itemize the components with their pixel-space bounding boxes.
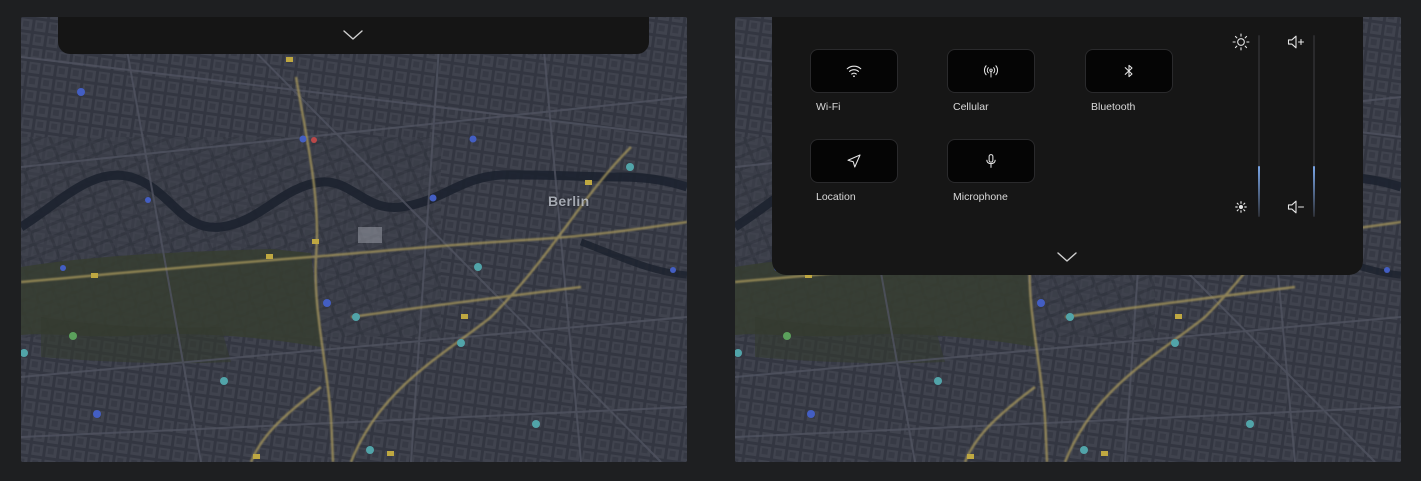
location-arrow-icon [847, 154, 861, 168]
satellite-map[interactable] [21, 17, 687, 462]
volume-slider[interactable] [1313, 35, 1315, 217]
bluetooth-label: Bluetooth [1091, 101, 1136, 113]
microphone-icon [986, 154, 996, 168]
cellular-label: Cellular [953, 101, 989, 113]
wifi-toggle[interactable] [810, 49, 898, 93]
microphone-label: Microphone [953, 191, 1008, 203]
volume-down-icon [1287, 200, 1305, 214]
volume-down-button[interactable] [1286, 197, 1306, 217]
wifi-label: Wi-Fi [816, 101, 841, 113]
chevron-down-icon [343, 30, 363, 40]
expand-panel-button[interactable] [341, 27, 365, 43]
brightness-slider[interactable] [1258, 35, 1260, 217]
brightness-slider-fill [1258, 166, 1260, 217]
map-view-expanded: Wi-Fi Cellular Bluetooth Location Microp… [735, 17, 1401, 462]
bluetooth-icon [1124, 64, 1133, 78]
volume-slider-fill [1313, 166, 1315, 217]
location-label: Location [816, 191, 856, 203]
chevron-down-icon [1057, 252, 1077, 262]
microphone-toggle[interactable] [947, 139, 1035, 183]
brightness-low-icon [1235, 201, 1247, 213]
volume-up-button[interactable] [1286, 32, 1306, 52]
map-view-collapsed: Berlin [21, 17, 687, 462]
control-panel: Wi-Fi Cellular Bluetooth Location Microp… [772, 17, 1363, 275]
collapsed-control-panel [58, 17, 649, 54]
volume-up-icon [1287, 35, 1305, 49]
location-toggle[interactable] [810, 139, 898, 183]
brightness-high-icon [1232, 33, 1250, 51]
cellular-icon [983, 65, 999, 78]
collapse-panel-button[interactable] [1055, 249, 1079, 265]
brightness-up-button[interactable] [1231, 32, 1251, 52]
map-city-label: Berlin [548, 193, 590, 209]
brightness-down-button[interactable] [1231, 197, 1251, 217]
cellular-toggle[interactable] [947, 49, 1035, 93]
bluetooth-toggle[interactable] [1085, 49, 1173, 93]
wifi-icon [846, 65, 862, 78]
